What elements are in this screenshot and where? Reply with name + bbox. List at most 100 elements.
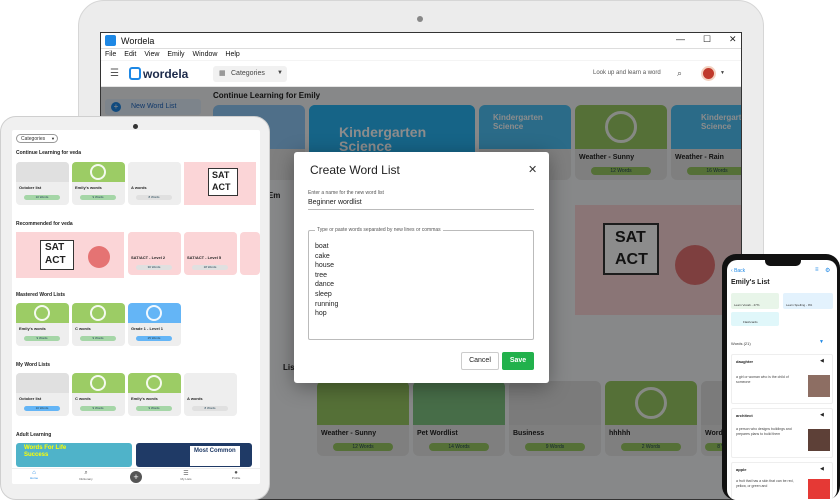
word-count-badge: 8 Words xyxy=(192,406,228,411)
card-image xyxy=(16,373,69,393)
tablet-list-card[interactable]: SAT/ACT - Level 5 18 Words xyxy=(184,232,237,275)
tablet-list-card[interactable]: A words 8 Words xyxy=(184,373,237,416)
adult-card-words-for-life[interactable]: Words For Life Success xyxy=(16,443,132,467)
word-definition: a person who designs buildings and prepa… xyxy=(736,427,792,436)
tablet-categories-dropdown[interactable]: Categories ▼ xyxy=(16,134,58,143)
flashcards-chip[interactable]: Flashcards xyxy=(731,312,779,326)
tablet-list-card[interactable] xyxy=(240,232,260,275)
filter-icon[interactable]: ▼ xyxy=(819,339,824,345)
tablet-list-card[interactable]: Emily's words 9 Words xyxy=(16,303,69,346)
tablet-list-card[interactable]: October list 10 Words xyxy=(16,162,69,205)
tablet-sat-act-card[interactable]: SAT ACT xyxy=(184,162,256,205)
tablet-list-card[interactable]: A words 8 Words xyxy=(128,162,181,205)
word-count-badge: 18 Words xyxy=(192,265,228,270)
tablet-list-card[interactable]: October list 10 Words xyxy=(16,373,69,416)
maximize-icon[interactable]: ☐ xyxy=(703,34,711,45)
card-label: Emily's words xyxy=(75,185,102,190)
menu-emily[interactable]: Emily xyxy=(167,51,184,58)
learn-spelling-chip[interactable]: Learn Spelling - 9% xyxy=(783,293,833,309)
word-definition: a fruit that has a skin that can be red,… xyxy=(736,479,794,488)
word-count-badge: 8 Words xyxy=(136,195,172,200)
word-line: house xyxy=(315,262,335,270)
avatar[interactable] xyxy=(701,66,716,81)
search-icon[interactable]: ⌕ xyxy=(677,68,682,79)
search-bar[interactable]: Look up and learn a word ⌕ xyxy=(589,67,689,81)
menu-window[interactable]: Window xyxy=(193,51,218,58)
search-input[interactable]: Look up and learn a word xyxy=(593,70,661,76)
app-header: ☰ wordela ▦ Categories ▼ Look up and lea… xyxy=(101,61,741,87)
act-text: ACT xyxy=(212,182,231,192)
settings-icon[interactable]: ⚙ xyxy=(825,267,830,274)
nav-my-lists[interactable]: ☰ My Lists xyxy=(176,470,196,481)
adult-card-panel: Most Common xyxy=(190,446,240,466)
tablet-sat-act-banner[interactable]: SAT ACT xyxy=(16,232,124,278)
words-textarea[interactable]: Type or paste words separated by new lin… xyxy=(308,227,534,340)
wordela-app-icon xyxy=(105,35,116,46)
window-titlebar: Wordela — ☐ ✕ xyxy=(101,33,741,49)
tablet-list-card[interactable]: C words 9 Words xyxy=(72,373,125,416)
tablet-continue-title: Continue Learning for veda xyxy=(16,150,82,156)
speaker-icon[interactable]: ◀ xyxy=(820,358,824,364)
name-input-value: Beginner wordlist xyxy=(308,199,362,206)
hamburger-icon[interactable]: ☰ xyxy=(110,68,119,79)
card-image xyxy=(16,162,69,182)
card-label: SAT/ACT - Level 2 xyxy=(131,255,166,260)
sat-text: SAT xyxy=(45,242,65,253)
nav-label: Home xyxy=(29,476,38,480)
close-icon[interactable]: ✕ xyxy=(528,163,537,176)
categories-dropdown[interactable]: ▦ Categories ▼ xyxy=(213,66,287,82)
back-button[interactable]: ‹ Back xyxy=(731,268,745,274)
word-entry[interactable]: daughter ◀ a girl or woman who is the ch… xyxy=(731,354,833,404)
speaker-icon[interactable]: ◀ xyxy=(820,412,824,418)
name-input[interactable]: Beginner wordlist xyxy=(308,198,534,210)
card-image xyxy=(184,373,237,393)
add-list-button[interactable]: + xyxy=(130,471,142,483)
nav-profile[interactable]: ● Profile xyxy=(226,470,246,480)
card-label: SAT/ACT - Level 5 xyxy=(187,255,222,260)
minimize-icon[interactable]: — xyxy=(676,34,685,44)
adult-card-most-common[interactable]: Most Common xyxy=(136,443,252,467)
nav-home[interactable]: ⌂ Home xyxy=(24,470,44,480)
filter-icon[interactable]: ≡ xyxy=(815,267,819,273)
chevron-down-icon: ▼ xyxy=(51,136,55,141)
learn-vocab-chip[interactable]: Learn Vocab - 47% xyxy=(731,293,779,309)
tablet-my-lists-title: My Word Lists xyxy=(16,362,51,368)
laptop-camera xyxy=(417,16,423,22)
words-field-label: Type or paste words separated by new lin… xyxy=(315,227,443,233)
word-image xyxy=(808,429,830,451)
card-image xyxy=(184,232,237,252)
menu-help[interactable]: Help xyxy=(225,51,239,58)
student-illustration xyxy=(88,246,110,268)
word-entry[interactable]: apple ◀ a fruit that has a skin that can… xyxy=(731,462,833,500)
sat-act-sign: SAT ACT xyxy=(208,168,238,196)
menu-view[interactable]: View xyxy=(144,51,159,58)
card-label: October list xyxy=(19,185,42,190)
save-button[interactable]: Save xyxy=(502,352,534,370)
word-entry[interactable]: architect ◀ a person who designs buildin… xyxy=(731,408,833,458)
speaker-icon[interactable]: ◀ xyxy=(820,466,824,472)
word-definition: a girl or woman who is the child of some… xyxy=(736,375,789,384)
avatar-chevron-icon[interactable]: ▼ xyxy=(720,70,725,76)
word-line: boat xyxy=(315,243,329,250)
word-text: architect xyxy=(736,413,753,418)
nav-dictionary[interactable]: ⌕ Dictionary xyxy=(76,470,96,481)
word-line: running xyxy=(315,300,339,308)
checkmark-icon xyxy=(34,305,50,321)
categories-label: Categories xyxy=(231,70,265,77)
tablet-list-card[interactable]: SAT/ACT - Level 2 30 Words xyxy=(128,232,181,275)
menu-file[interactable]: File xyxy=(105,51,116,58)
nav-label: My Lists xyxy=(180,477,192,481)
tablet-list-card[interactable]: Grade 1 - Level 1 25 Words xyxy=(128,303,181,346)
cancel-button[interactable]: Cancel xyxy=(461,352,499,370)
word-line: hop xyxy=(315,310,327,318)
create-word-list-dialog: Create Word List ✕ Enter a name for the … xyxy=(294,152,549,383)
tablet-mastered-title: Mastered Word Lists xyxy=(16,292,66,298)
adult-card-title: Most Common xyxy=(194,448,236,454)
word-count-badge: 9 Words xyxy=(80,406,116,411)
tablet-list-card[interactable]: Emily's words 9 Words xyxy=(128,373,181,416)
tablet-list-card[interactable]: Emily's words 9 Words xyxy=(72,162,125,205)
close-window-icon[interactable]: ✕ xyxy=(729,34,737,45)
menu-edit[interactable]: Edit xyxy=(124,51,136,58)
checkmark-icon xyxy=(90,164,106,180)
tablet-list-card[interactable]: C words 9 Words xyxy=(72,303,125,346)
